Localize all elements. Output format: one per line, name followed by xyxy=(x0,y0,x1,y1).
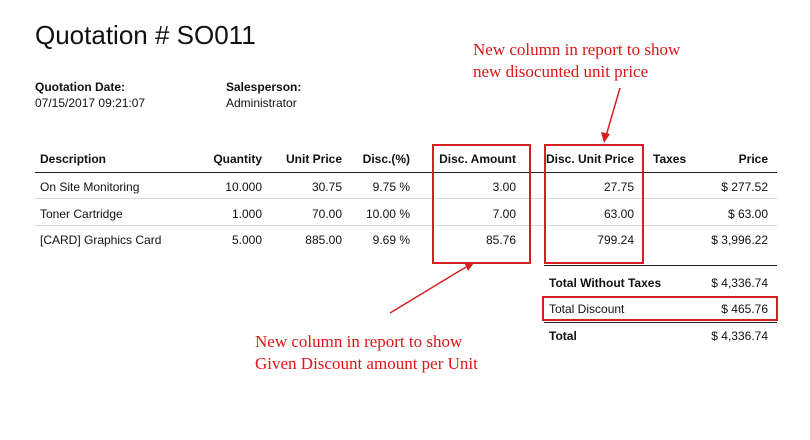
arrow-to-disc-amount xyxy=(389,262,474,314)
arrow-to-disc-unit-price xyxy=(601,87,621,143)
annotation-arrows xyxy=(389,87,621,314)
